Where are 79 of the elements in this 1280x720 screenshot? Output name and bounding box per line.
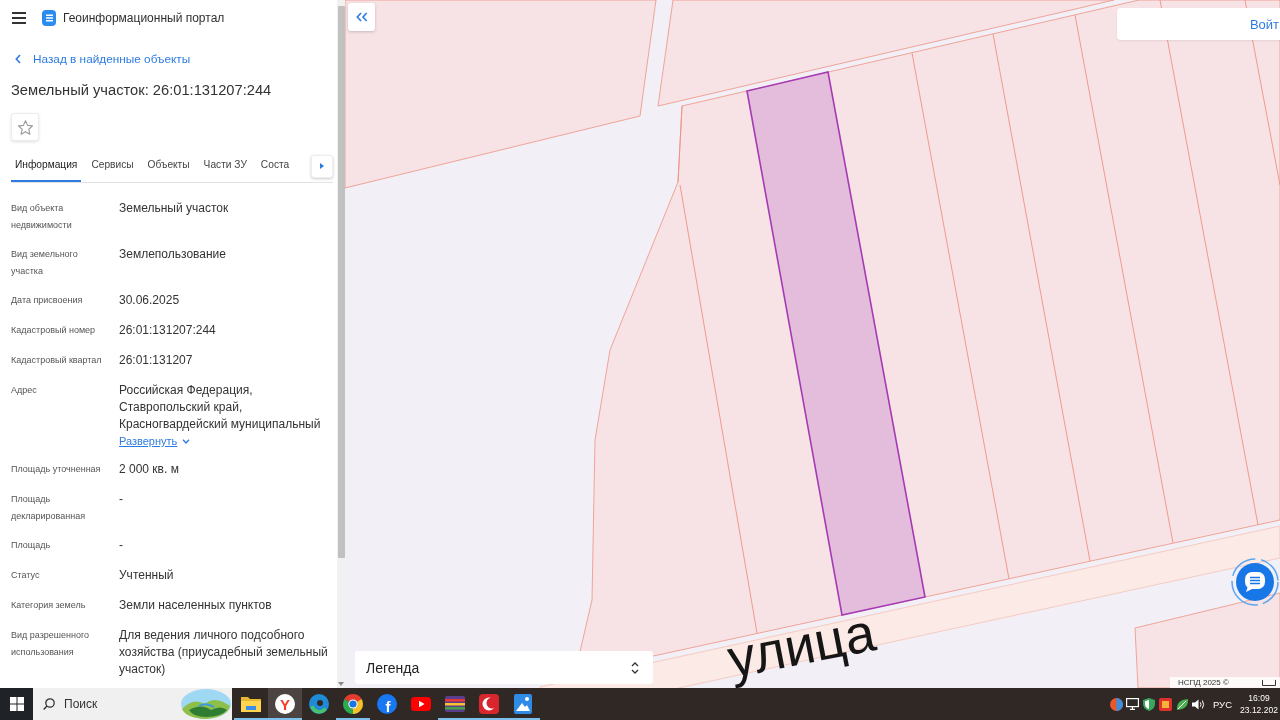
property-value: 2 000 кв. м — [119, 461, 179, 478]
landscape-picture — [181, 689, 231, 719]
property-value: 30.06.2025 — [119, 292, 180, 309]
volume-button[interactable] — [1190, 698, 1207, 710]
property-label: Площадь декларированная — [11, 493, 87, 523]
property-value: Учтенный — [119, 567, 174, 584]
striped-stack-icon — [445, 696, 465, 712]
leaf-icon — [1175, 697, 1189, 711]
property-value: 26:01:131207 — [119, 352, 193, 369]
attribution-text: НСПД 2025 © — [1178, 677, 1229, 688]
double-chevron-left-icon — [355, 12, 368, 22]
search-icon — [43, 698, 55, 710]
two-tone-circle-icon — [1109, 697, 1123, 711]
property-label: Вид объекта недвижимости — [11, 202, 73, 232]
tricolor-circle-icon — [343, 694, 363, 714]
property-value: Земельный участок — [119, 200, 229, 217]
tab[interactable]: Соста — [256, 150, 294, 182]
object-title: Земельный участок: 26:01:131207:244 — [11, 81, 272, 100]
start-button[interactable] — [0, 688, 33, 720]
speaker-icon — [1192, 698, 1206, 710]
property-label: Адрес — [11, 384, 38, 397]
folder-icon — [241, 696, 261, 712]
property-label: Кадастровый квартал — [11, 354, 103, 367]
up-down-chevron-icon — [631, 660, 639, 675]
triangle-right-icon — [320, 163, 324, 169]
taskbar-app-button[interactable]: f — [370, 688, 404, 720]
property-value: - — [119, 537, 123, 554]
crescent-tile-icon — [479, 694, 499, 714]
search-input[interactable]: Поиск — [64, 697, 154, 711]
scrollbar-thumb[interactable] — [337, 6, 345, 558]
property-label: Категория земель — [11, 599, 87, 612]
clock-time[interactable]: 16:09 — [1248, 692, 1270, 704]
chat-button[interactable] — [1231, 558, 1279, 606]
chat-bubble-icon — [1231, 558, 1279, 606]
letter-logo: Y — [275, 694, 295, 714]
scale-bar-icon — [1262, 679, 1276, 686]
triangle-down-icon[interactable] — [338, 682, 344, 686]
tray-icon-button[interactable] — [1124, 698, 1141, 710]
picture-tile-icon — [514, 694, 532, 714]
property-value: Земли населенных пунктов — [119, 597, 272, 614]
tray-icon-button[interactable] — [1157, 697, 1174, 711]
menu-icon — [12, 12, 26, 24]
chevron-left-icon — [15, 54, 21, 64]
language-indicator[interactable]: РУС — [1206, 698, 1238, 710]
property-label: Статус — [11, 569, 41, 582]
property-label: Площадь — [11, 539, 52, 552]
expand-link[interactable]: Развернуть — [119, 434, 191, 448]
property-label: Вид земельного участка — [11, 248, 79, 278]
property-label: Дата присвоения — [11, 294, 84, 307]
tab[interactable]: Части ЗУ — [199, 150, 251, 182]
nested-squares-icon — [1159, 697, 1173, 711]
property-value: Землепользование — [119, 246, 226, 263]
property-value: - — [119, 491, 123, 508]
tab[interactable]: Информация — [11, 150, 82, 182]
property-label: Площадь уточненная — [11, 463, 102, 476]
letter-logo: f — [377, 694, 397, 714]
login-button[interactable]: Войт — [1117, 8, 1280, 40]
tab[interactable]: Сервисы — [87, 150, 138, 182]
property-label: Вид разрешенного использования — [11, 629, 91, 659]
clock-date[interactable]: 23.12.202 — [1240, 704, 1278, 716]
taskbar-app-button[interactable]: Y — [268, 688, 302, 720]
shield-icon — [1143, 697, 1156, 711]
favorite-button[interactable] — [11, 113, 39, 141]
back-link[interactable]: Назад в найденные объекты — [15, 50, 191, 68]
property-value: Для ведения личного подсобного хозяйства (приусадебный земельный участок) — [119, 627, 329, 678]
play-icon — [411, 697, 431, 711]
legend-dropdown[interactable]: Легенда — [355, 651, 653, 684]
monitor-icon — [1126, 698, 1140, 710]
menu-button[interactable] — [12, 12, 26, 24]
property-value: 26:01:131207:244 — [119, 322, 216, 339]
striped-logo-icon — [42, 10, 56, 26]
ring-icon — [309, 694, 329, 714]
tab[interactable]: Объекты — [143, 150, 194, 182]
collapse-panel-button[interactable] — [348, 3, 375, 31]
four-panes-logo-icon — [9, 697, 24, 711]
property-label: Кадастровый номер — [11, 324, 97, 337]
portal-title: Геоинформационный портал — [63, 11, 225, 25]
tray-icon-button[interactable] — [1140, 697, 1158, 711]
property-value: Российская Федерация, Ставропольский край, Красногвардейский муниципальный — [119, 382, 322, 433]
